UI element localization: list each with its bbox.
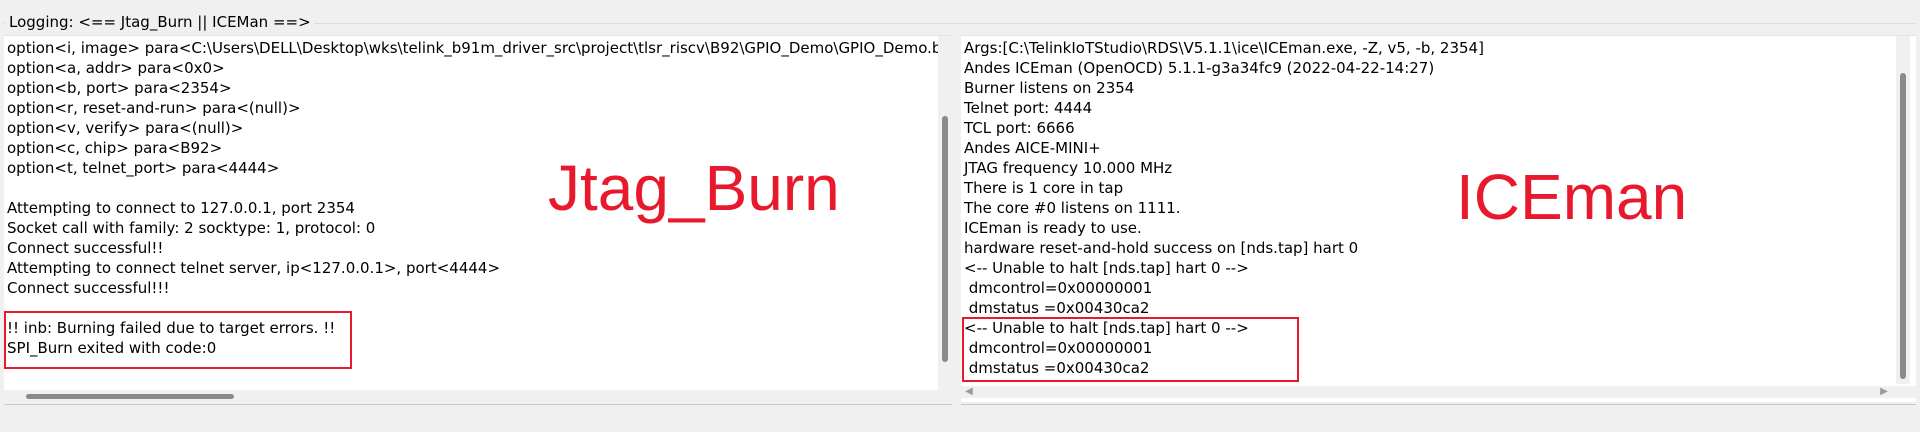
- jtag-burn-vertical-scroll-thumb[interactable]: [942, 116, 948, 362]
- log-line: option<b, port> para<2354>: [7, 79, 232, 97]
- log-line: Args:[C:\TelinkIoTStudio\RDS\V5.1.1\ice\…: [964, 39, 1484, 57]
- jtag-burn-annotation-label: Jtag_Burn: [548, 152, 840, 224]
- iceman-vertical-scroll-thumb[interactable]: [1900, 73, 1906, 379]
- log-line: option<a, addr> para<0x0>: [7, 59, 225, 77]
- log-line: option<v, verify> para<(null)>: [7, 119, 244, 137]
- burn-failed-highlight-box: [4, 311, 352, 369]
- log-line: dmstatus =0x00430ca2: [964, 299, 1150, 317]
- log-line: Connect successful!!!: [7, 279, 170, 297]
- jtag-burn-vertical-scrollbar[interactable]: [938, 36, 952, 402]
- log-line: JTAG frequency 10.000 MHz: [964, 159, 1173, 177]
- scroll-right-arrow-icon[interactable]: ▶: [1878, 386, 1890, 398]
- log-line: The core #0 listens on 1111.: [964, 199, 1181, 217]
- log-line: hardware reset-and-hold success on [nds.…: [964, 239, 1359, 257]
- log-line: <-- Unable to halt [nds.tap] hart 0 -->: [964, 259, 1249, 277]
- logging-group-title: Logging: <== Jtag_Burn || ICEMan ==>: [6, 13, 314, 31]
- log-line: TCL port: 6666: [964, 119, 1075, 137]
- log-line: option<i, image> para<C:\Users\DELL\Desk…: [7, 39, 952, 57]
- jtag-burn-horizontal-scroll-thumb[interactable]: [26, 394, 234, 399]
- log-line: dmcontrol=0x00000001: [964, 279, 1153, 297]
- log-line: option<r, reset-and-run> para<(null)>: [7, 99, 301, 117]
- jtag-burn-log-pane[interactable]: option<i, image> para<C:\Users\DELL\Desk…: [4, 35, 952, 402]
- log-line: ICEman is ready to use.: [964, 219, 1142, 237]
- iceman-vertical-scrollbar[interactable]: [1896, 36, 1910, 384]
- jtag-burn-horizontal-scrollbar[interactable]: [4, 390, 938, 402]
- unable-to-halt-highlight-box: [962, 317, 1299, 382]
- log-line: Andes AICE-MINI+: [964, 139, 1101, 157]
- log-line: Telnet port: 4444: [964, 99, 1093, 117]
- log-line: Andes ICEman (OpenOCD) 5.1.1-g3a34fc9 (2…: [964, 59, 1435, 77]
- log-line: Burner listens on 2354: [964, 79, 1135, 97]
- scroll-left-arrow-icon[interactable]: ◀: [963, 386, 975, 398]
- left-pane-bottom-border: [4, 404, 952, 405]
- log-line: There is 1 core in tap: [964, 179, 1124, 197]
- log-line: Connect successful!!: [7, 239, 164, 257]
- iceman-log-pane[interactable]: Args:[C:\TelinkIoTStudio\RDS\V5.1.1\ice\…: [961, 35, 1916, 402]
- right-pane-bottom-border: [961, 404, 1916, 405]
- iceman-horizontal-scrollbar[interactable]: ◀ ▶: [961, 386, 1916, 398]
- log-line: Attempting to connect telnet server, ip<…: [7, 259, 501, 277]
- iceman-annotation-label: ICEman: [1456, 161, 1688, 233]
